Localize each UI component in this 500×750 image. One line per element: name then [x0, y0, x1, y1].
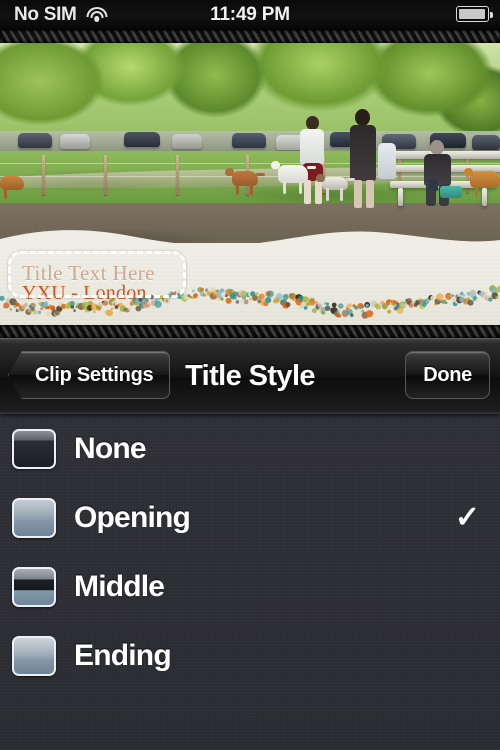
battery-icon	[456, 6, 493, 22]
back-button-clip-settings[interactable]: Clip Settings	[8, 351, 171, 399]
list-item-middle[interactable]: Middle	[0, 552, 500, 621]
done-button-label: Done	[423, 363, 472, 386]
dog-white	[271, 161, 316, 194]
app-root: No SIM 11:49 PM Title Text Here YXU - Lo…	[0, 0, 500, 750]
film-strip-band-top	[0, 30, 500, 43]
navigation-bar: Clip Settings Title Style Done	[0, 338, 500, 414]
list-item-none[interactable]: None	[0, 414, 500, 483]
thumb-ending-icon	[12, 635, 56, 676]
dog-beagle	[316, 174, 355, 201]
park-bench-leg	[398, 188, 403, 206]
thumb-middle-icon	[12, 566, 56, 607]
back-button-label: Clip Settings	[35, 363, 154, 386]
carrier-label: No SIM	[14, 4, 77, 25]
green-basket	[440, 186, 462, 198]
title-overlay-panel[interactable]: Title Text Here YXU - London	[0, 225, 500, 325]
video-preview[interactable]: Title Text Here YXU - London	[0, 43, 500, 325]
dog-left-edge	[0, 176, 24, 199]
selected-checkmark-icon: ✓	[454, 500, 480, 534]
list-item-label: Ending	[74, 638, 172, 672]
thumb-none-icon	[12, 428, 56, 469]
list-item-label: Opening	[74, 500, 191, 534]
title-style-list: None Opening ✓ Middle Ending	[0, 414, 500, 750]
title-selection-box[interactable]	[8, 251, 186, 298]
list-item-opening[interactable]: Opening ✓	[0, 483, 500, 552]
list-item-ending[interactable]: Ending	[0, 621, 500, 690]
park-bench-leg	[482, 188, 487, 206]
done-button[interactable]: Done	[405, 351, 490, 399]
thumb-opening-icon	[12, 497, 56, 538]
status-bar-left: No SIM	[0, 4, 108, 26]
dog-brown	[225, 168, 265, 195]
list-item-label: Middle	[74, 569, 165, 603]
film-strip-band-bottom	[0, 325, 500, 338]
status-bar: No SIM 11:49 PM	[0, 0, 500, 30]
list-item-label: None	[74, 431, 147, 465]
wifi-icon	[86, 6, 108, 24]
water-bottle	[428, 179, 438, 191]
dog-golden	[464, 168, 500, 198]
